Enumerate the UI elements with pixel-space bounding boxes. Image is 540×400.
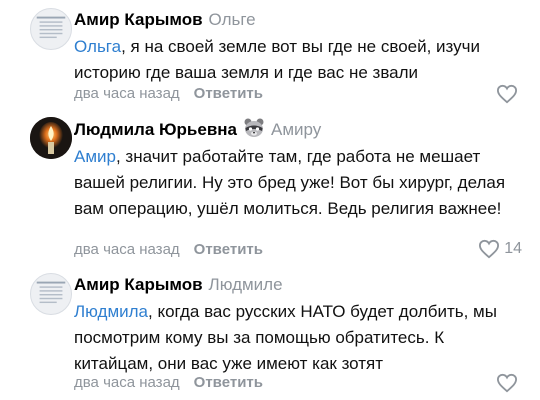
author-name[interactable]: Людмила Юрьевна: [74, 120, 237, 139]
comment-header: Амир Карымов Людмиле: [74, 273, 283, 297]
comment-meta: два часа назад Ответить: [74, 84, 263, 104]
mention-link[interactable]: Людмила: [74, 302, 148, 321]
reply-to-name[interactable]: Людмиле: [209, 275, 283, 294]
like-button[interactable]: 14: [478, 239, 522, 259]
reply-to-name[interactable]: Ольге: [209, 10, 256, 29]
comment-header: Амир Карымов Ольге: [74, 8, 256, 32]
heart-icon: [496, 373, 518, 393]
like-button[interactable]: [496, 373, 522, 393]
timestamp: два часа назад: [74, 85, 180, 102]
reply-to-name[interactable]: Амиру: [271, 120, 321, 139]
comment-header: Людмила Юрьевна Амиру: [74, 117, 321, 142]
avatar[interactable]: [30, 273, 72, 315]
timestamp: два часа назад: [74, 241, 180, 258]
raccoon-emoji-icon: [244, 118, 264, 137]
reply-button[interactable]: Ответить: [194, 374, 263, 391]
avatar[interactable]: [30, 117, 72, 159]
heart-icon: [479, 239, 500, 259]
avatar[interactable]: [30, 8, 72, 50]
mention-link[interactable]: Ольга: [74, 37, 121, 56]
mention-link[interactable]: Амир: [74, 147, 116, 166]
comment-text: Амир, значит работайте там, где работа н…: [74, 144, 526, 222]
comment-meta: два часа назад Ответить: [74, 373, 263, 393]
like-count: 14: [504, 240, 522, 257]
heart-icon: [496, 84, 518, 104]
comment-body: , значит работайте там, где работа не ме…: [74, 147, 506, 218]
reply-button[interactable]: Ответить: [194, 241, 263, 258]
comment-text: Ольга, я на своей земле вот вы где не св…: [74, 34, 526, 86]
like-button[interactable]: [496, 84, 522, 104]
author-name[interactable]: Амир Карымов: [74, 10, 203, 29]
timestamp: два часа назад: [74, 374, 180, 391]
comment-body: , я на своей земле вот вы где не своей, …: [74, 37, 480, 82]
comment-meta: два часа назад Ответить: [74, 240, 263, 260]
reply-button[interactable]: Ответить: [194, 85, 263, 102]
author-name[interactable]: Амир Карымов: [74, 275, 203, 294]
comment-text: Людмила, когда вас русских НАТО будет до…: [74, 299, 526, 377]
